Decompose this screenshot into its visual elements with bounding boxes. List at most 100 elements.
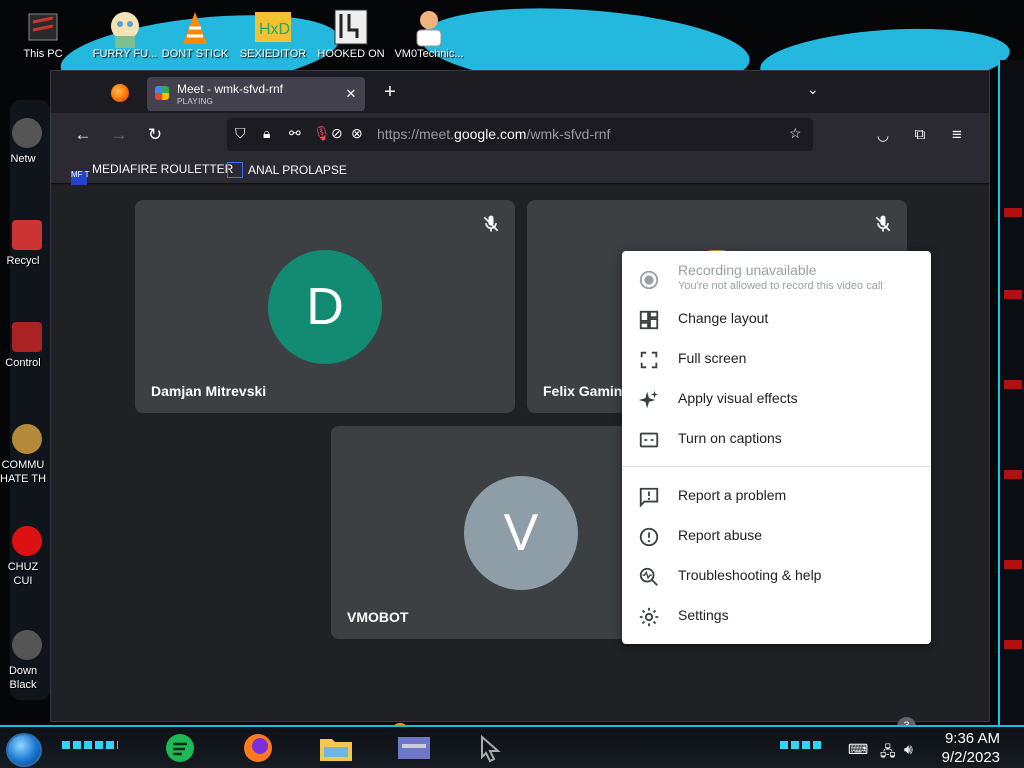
bookmark-mediafire[interactable]: MF T MEDIAFIRE ROULETTER bbox=[71, 162, 233, 187]
taskbar-decoration bbox=[62, 741, 118, 749]
volume-icon[interactable]: 🔊︎ bbox=[904, 741, 913, 758]
taskbar-app-window[interactable] bbox=[394, 731, 434, 765]
menu-item-troubleshooting[interactable]: Troubleshooting & help bbox=[622, 556, 931, 596]
participant-name: Felix Gaming bbox=[543, 383, 631, 399]
reload-icon[interactable]: ↻ bbox=[143, 123, 167, 147]
tab-title: Meet - wmk-sfvd-rnf bbox=[177, 82, 284, 96]
troubleshoot-icon bbox=[638, 566, 662, 590]
microphone-muted-icon[interactable]: 🎙︎ bbox=[313, 125, 331, 142]
forward-icon[interactable]: → bbox=[107, 123, 131, 147]
menu-item-label: Change layout bbox=[678, 310, 769, 326]
bookmark-star-icon[interactable]: ☆ bbox=[789, 125, 802, 142]
menu-divider bbox=[622, 466, 931, 467]
meet-favicon-icon bbox=[155, 86, 169, 100]
network-tray-icon[interactable]: 🖧︎ bbox=[880, 741, 896, 765]
clock[interactable]: 9:36 AM 9/2/2023 bbox=[942, 729, 1000, 767]
menu-item-recording: Recording unavailable You're not allowed… bbox=[622, 259, 931, 299]
notes-app-icon bbox=[166, 734, 194, 762]
folder-icon bbox=[320, 739, 352, 761]
list-all-tabs-icon[interactable]: ⌄ bbox=[807, 81, 819, 98]
participant-tile[interactable]: D Damjan Mitrevski bbox=[135, 200, 515, 413]
cursor-icon bbox=[481, 734, 501, 763]
money-bag-icon bbox=[12, 424, 42, 454]
fullscreen-icon bbox=[638, 349, 662, 373]
lock-icon[interactable]: 🔒︎ bbox=[263, 125, 270, 142]
desktop-icon-label: Down bbox=[8, 665, 38, 677]
menu-item-change-layout[interactable]: Change layout bbox=[622, 299, 931, 339]
menu-hamburger-icon[interactable]: ≡ bbox=[945, 123, 969, 147]
desktop-icon-dont-stick[interactable]: DONT STICK bbox=[156, 8, 234, 60]
avatar: V bbox=[464, 476, 578, 590]
download-icon bbox=[12, 630, 42, 660]
desktop-icon-commu[interactable]: COMMU HATE TH bbox=[0, 424, 46, 486]
menu-item-label: Full screen bbox=[678, 350, 747, 366]
desktop-icon-sexieditor[interactable]: HxD SEXIEDITOR bbox=[234, 8, 312, 60]
desktop-icon-network[interactable]: Netw bbox=[0, 118, 46, 166]
tracking-shield-icon[interactable]: ⛉ bbox=[235, 125, 246, 142]
desktop-icon-label: CUI bbox=[13, 575, 33, 587]
autoplay-blocked-icon[interactable]: ⊗ bbox=[351, 125, 363, 142]
url-text[interactable]: https://meet.google.com/wmk-sfvd-rnf bbox=[377, 126, 610, 142]
desktop-icon-down[interactable]: Down Black bbox=[0, 630, 46, 692]
menu-item-captions[interactable]: Turn on captions bbox=[622, 419, 931, 459]
taskbar-decoration bbox=[780, 741, 824, 749]
clock-date: 9/2/2023 bbox=[941, 749, 1000, 766]
menu-item-label: Apply visual effects bbox=[678, 390, 798, 406]
menu-item-full-screen[interactable]: Full screen bbox=[622, 339, 931, 379]
taskbar-notes-app[interactable] bbox=[160, 731, 200, 765]
maze-icon bbox=[334, 9, 368, 45]
microphone-off-icon bbox=[483, 215, 499, 232]
tab-meet[interactable]: Meet - wmk-sfvd-rnf PLAYING ✕ bbox=[147, 77, 365, 111]
menu-item-settings[interactable]: Settings bbox=[622, 596, 931, 636]
cartoon-character-icon bbox=[111, 12, 139, 48]
desktop-icon-control[interactable]: Control bbox=[0, 322, 46, 370]
pocket-icon[interactable]: ◡ bbox=[871, 123, 895, 147]
firefox-view-icon[interactable] bbox=[111, 84, 129, 102]
url-bar[interactable]: ⛉ 🔒︎ ⚯ 🎙︎ ⊘ ⊗ https://meet.google.com/wm… bbox=[227, 118, 813, 151]
menu-item-label: Report a problem bbox=[678, 487, 787, 503]
tab-bar: Meet - wmk-sfvd-rnf PLAYING ✕ + ⌄ bbox=[51, 71, 989, 113]
camera-blocked-icon[interactable]: ⊘ bbox=[331, 125, 343, 142]
recycle-bin-icon bbox=[12, 220, 42, 250]
extensions-icon[interactable]: ⧉ bbox=[908, 123, 932, 147]
doctor-icon bbox=[416, 11, 442, 47]
alert-icon bbox=[638, 526, 662, 550]
start-button[interactable] bbox=[6, 733, 42, 767]
hxd-editor-icon: HxD bbox=[255, 12, 291, 42]
nav-bar: ← → ↻ ⛉ 🔒︎ ⚯ 🎙︎ ⊘ ⊗ https://meet.google.… bbox=[51, 113, 989, 157]
desktop-icon-chuz[interactable]: CHUZ CUI bbox=[0, 526, 46, 588]
desktop-icon-vm0technic[interactable]: VM0Technic... bbox=[390, 8, 468, 60]
new-tab-icon[interactable]: + bbox=[379, 81, 401, 104]
desktop-icon-furry[interactable]: FURRY FU... bbox=[86, 8, 164, 60]
captions-icon bbox=[638, 429, 662, 453]
back-icon[interactable]: ← bbox=[71, 123, 95, 147]
taskbar-file-explorer[interactable] bbox=[316, 731, 356, 765]
taskbar: ⌨ 🖧︎ 🔊︎ 9:36 AM 9/2/2023 bbox=[0, 725, 1024, 768]
menu-item-visual-effects[interactable]: Apply visual effects bbox=[622, 379, 931, 419]
permissions-icon[interactable]: ⚯ bbox=[289, 125, 301, 142]
desktop-icon-this-pc[interactable]: This PC bbox=[4, 8, 82, 60]
keyboard-icon[interactable]: ⌨ bbox=[848, 741, 868, 758]
more-options-menu: Recording unavailable You're not allowed… bbox=[622, 251, 931, 644]
desktop-icon-recycle[interactable]: Recycl bbox=[0, 220, 46, 268]
microphone-off-icon bbox=[875, 215, 891, 232]
menu-item-report-abuse[interactable]: Report abuse bbox=[622, 516, 931, 556]
bookmark-folder-icon bbox=[227, 162, 243, 178]
tab-playing-status: PLAYING bbox=[177, 97, 214, 106]
pc-icon bbox=[28, 13, 58, 41]
close-tab-icon[interactable]: ✕ bbox=[343, 86, 359, 102]
gear-icon bbox=[638, 606, 662, 630]
desktop-frame-right bbox=[998, 60, 1024, 725]
taskbar-firefox[interactable] bbox=[238, 731, 278, 765]
control-panel-icon bbox=[12, 322, 42, 352]
taskbar-cursor-app[interactable] bbox=[470, 731, 510, 765]
desktop-icon-label: CHUZ bbox=[7, 561, 39, 573]
menu-item-report-problem[interactable]: Report a problem bbox=[622, 476, 931, 516]
desktop-icon-label: SEXIEDITOR bbox=[239, 48, 307, 60]
desktop-icon-label: HOOKED ON bbox=[317, 48, 385, 60]
feedback-icon bbox=[638, 486, 662, 510]
desktop-icon-label: Black bbox=[9, 679, 37, 691]
bookmark-anal-prolapse[interactable]: ANAL PROLAPSE bbox=[227, 162, 347, 178]
desktop-icon-hooked-on[interactable]: HOOKED ON bbox=[312, 8, 390, 60]
red-creature-icon bbox=[12, 526, 42, 556]
